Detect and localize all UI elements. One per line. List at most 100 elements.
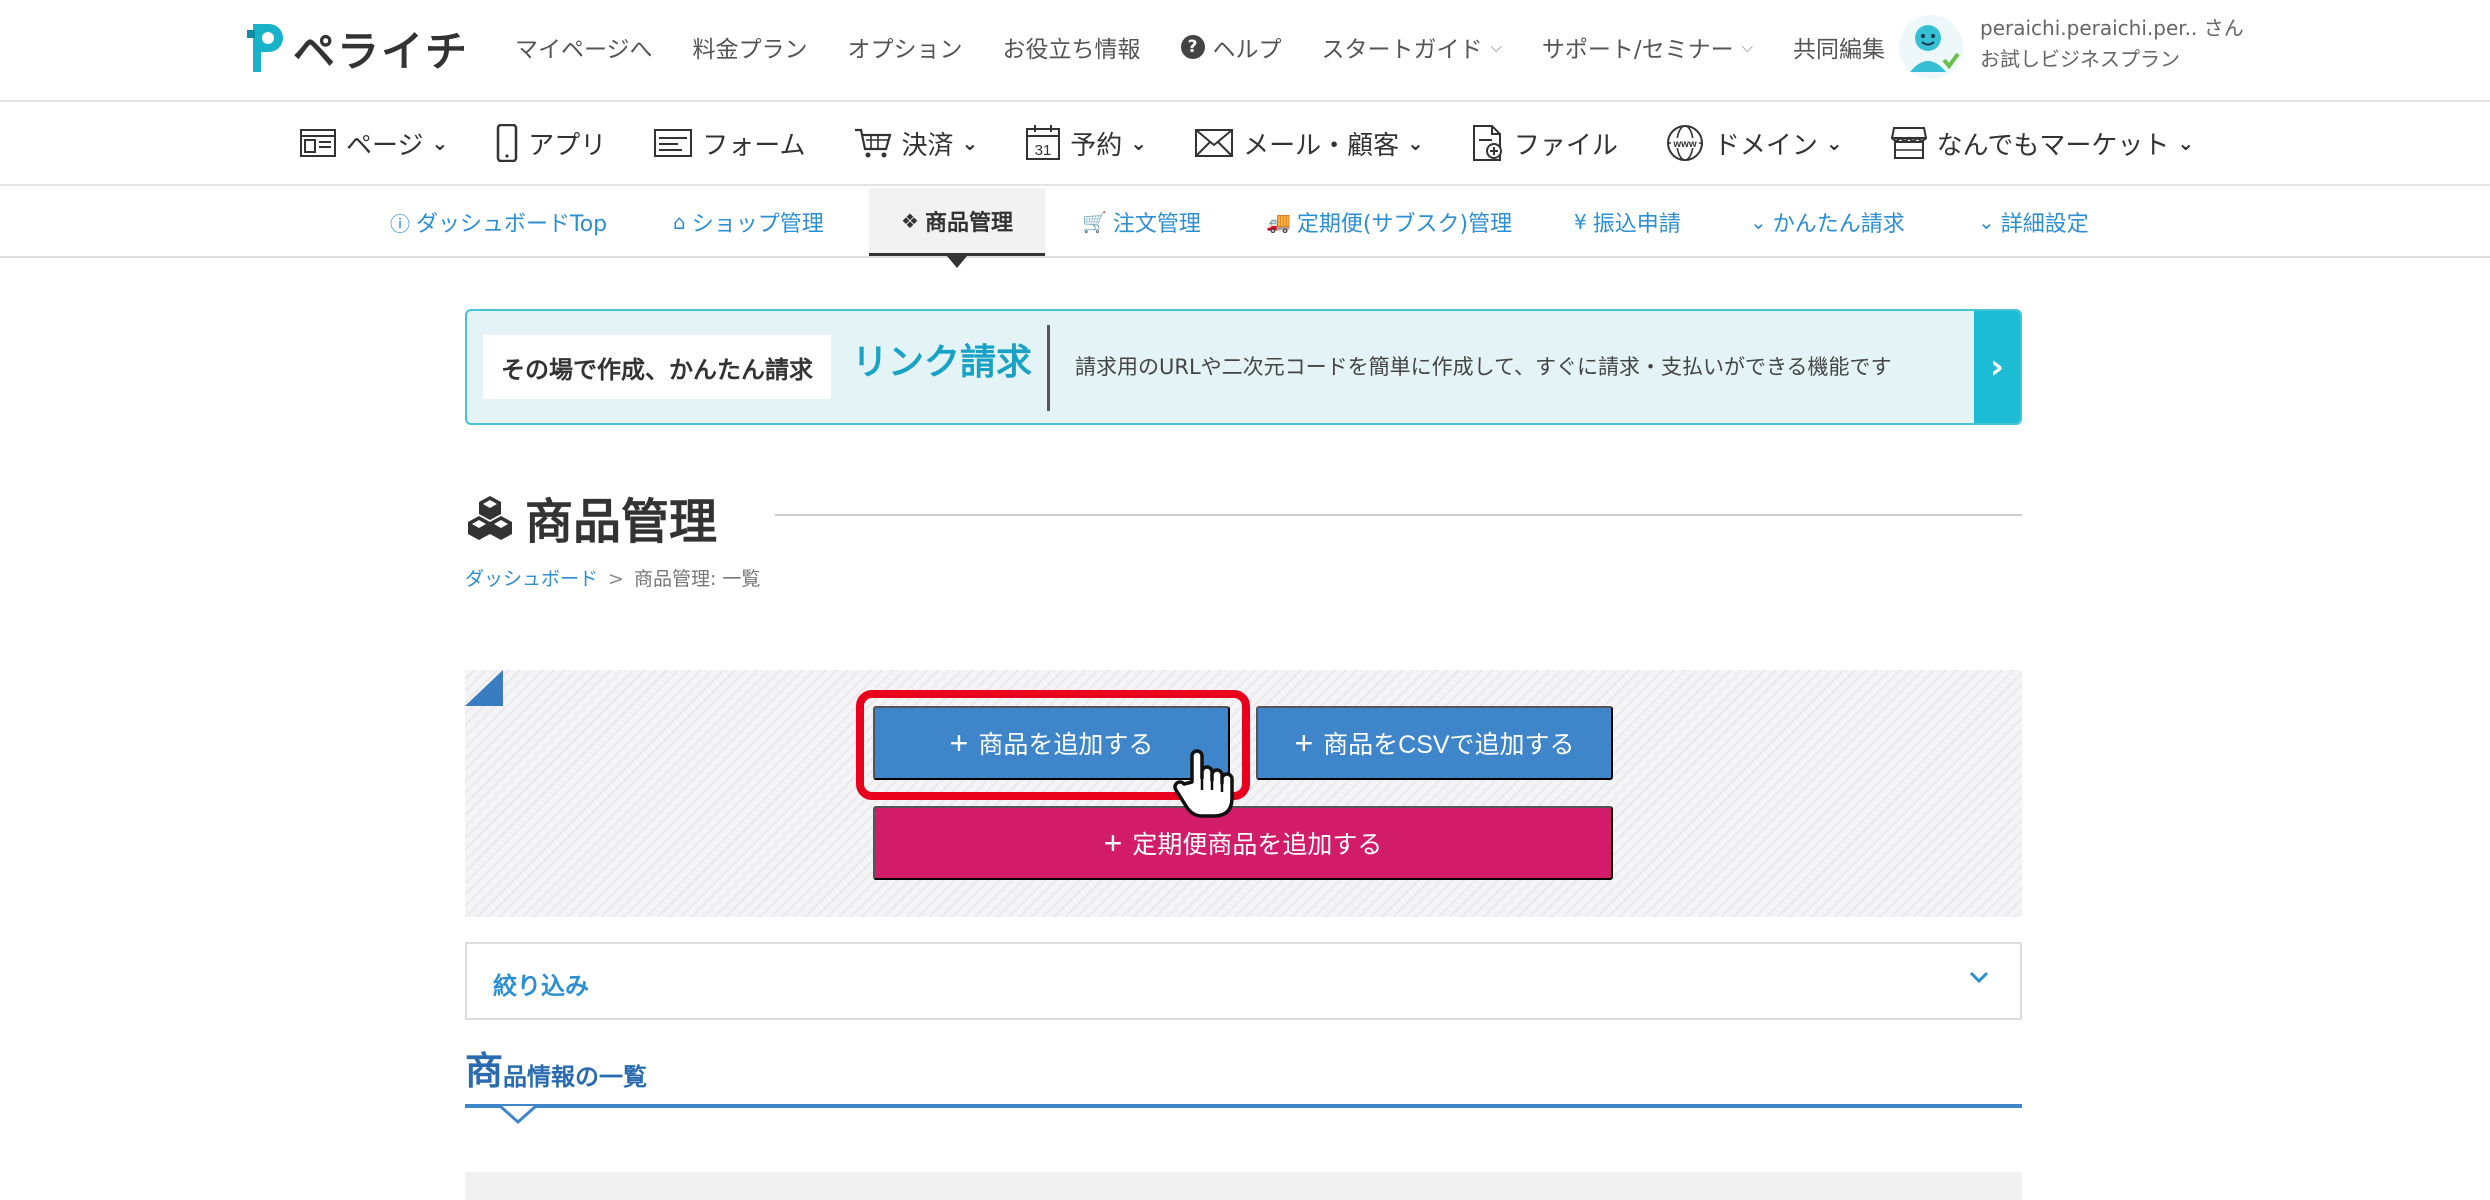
breadcrumb-dashboard[interactable]: ダッシュボード bbox=[465, 568, 598, 590]
list-heading-underline bbox=[465, 1104, 2022, 1108]
nav-co-editing[interactable]: 共同編集 bbox=[1793, 30, 1885, 64]
service-market-label: なんでもマーケット bbox=[1936, 130, 2170, 161]
chevron-down-icon: ⌄ bbox=[431, 131, 449, 155]
banner-title: リンク請求 bbox=[852, 342, 1033, 383]
top-header: ペライチ マイページへ 料金プラン オプション お役立ち情報 ? ヘルプ スタート… bbox=[0, 0, 2490, 102]
mail-icon bbox=[1195, 129, 1234, 157]
cubes-icon: ❖ bbox=[901, 208, 919, 233]
nav-help[interactable]: ? ヘルプ bbox=[1180, 30, 1282, 64]
pointer-hand-icon bbox=[1173, 749, 1234, 818]
banner-divider bbox=[1047, 325, 1050, 411]
service-page[interactable]: ページ ⌄ bbox=[300, 125, 448, 162]
truck-icon: 🚚 bbox=[1266, 210, 1291, 234]
cart-icon bbox=[854, 128, 891, 158]
service-payment[interactable]: 決済 ⌄ bbox=[854, 125, 979, 162]
top-nav: マイページへ 料金プラン オプション お役立ち情報 ? ヘルプ スタートガイド ⌵ … bbox=[515, 30, 1925, 64]
service-form[interactable]: フォーム bbox=[654, 125, 806, 162]
add-product-csv-button[interactable]: + 商品をCSVで追加する bbox=[1256, 706, 1613, 780]
chevron-right-icon[interactable]: › bbox=[1974, 311, 2020, 423]
subnav-dashboard-top[interactable]: ⓘ ダッシュボードTop bbox=[390, 188, 607, 256]
nav-support-seminar[interactable]: サポート/セミナー ⌵ bbox=[1542, 30, 1753, 64]
nav-start-guide[interactable]: スタートガイド ⌵ bbox=[1322, 30, 1502, 64]
service-reservation-label: 予約 bbox=[1070, 130, 1123, 161]
service-payment-label: 決済 bbox=[901, 130, 954, 161]
service-market[interactable]: なんでもマーケット ⌄ bbox=[1890, 125, 2195, 162]
subnav-order-management-label: 注文管理 bbox=[1112, 212, 1201, 237]
banner-description: 請求用のURLや二次元コードを簡単に作成して、すぐに請求・支払いができる機能です bbox=[1075, 355, 1892, 379]
add-subscription-product-button[interactable]: + 定期便商品を追加する bbox=[873, 806, 1613, 880]
subnav-product-management[interactable]: ❖ 商品管理 bbox=[869, 188, 1045, 256]
subnav-detail-settings[interactable]: ⌄ 詳細設定 bbox=[1978, 188, 2089, 256]
logo[interactable]: ペライチ bbox=[245, 18, 469, 78]
chevron-down-icon: ⌵ bbox=[1490, 38, 1502, 56]
user-menu[interactable]: peraichi.peraichi.per.. さん お試しビジネスプラン bbox=[1898, 14, 2244, 80]
filter-label: 絞り込み bbox=[493, 972, 589, 1000]
chevron-down-icon: ⌄ bbox=[961, 131, 979, 155]
page-root: ペライチ マイページへ 料金プラン オプション お役立ち情報 ? ヘルプ スタート… bbox=[0, 0, 2490, 1200]
subnav-subscription-management[interactable]: 🚚 定期便(サブスク)管理 bbox=[1266, 188, 1512, 256]
nav-pricing[interactable]: 料金プラン bbox=[693, 30, 808, 64]
breadcrumb: ダッシュボード > 商品管理: 一覧 bbox=[465, 564, 760, 591]
avatar bbox=[1899, 15, 1963, 79]
service-reservation[interactable]: 31 予約 ⌄ bbox=[1026, 125, 1147, 162]
service-mail-customer[interactable]: メール・顧客 ⌄ bbox=[1195, 125, 1424, 162]
list-toolbar-partial bbox=[465, 1172, 2022, 1200]
chevron-down-icon: ⌄ bbox=[2177, 131, 2195, 155]
file-icon bbox=[1472, 125, 1502, 161]
user-plan: お試しビジネスプラン bbox=[1980, 47, 2180, 71]
nav-useful-info[interactable]: お役立ち情報 bbox=[1003, 30, 1141, 64]
info-icon: ⓘ bbox=[390, 211, 410, 236]
nav-start-guide-label: スタートガイド bbox=[1321, 37, 1483, 63]
service-file[interactable]: ファイル bbox=[1472, 124, 1618, 162]
service-domain-label: ドメイン bbox=[1713, 130, 1818, 161]
subnav-order-management[interactable]: 🛒 注文管理 bbox=[1082, 188, 1201, 256]
yen-icon: ¥ bbox=[1574, 210, 1587, 234]
subnav-shop-management[interactable]: ⌂ ショップ管理 bbox=[673, 188, 824, 256]
plus-icon: + bbox=[1103, 825, 1123, 861]
service-file-label: ファイル bbox=[1513, 130, 1618, 161]
chevron-down-icon: ⌄ bbox=[1130, 131, 1148, 155]
nav-useful-info-label: お役立ち情報 bbox=[1002, 37, 1141, 63]
subnav-product-management-label: 商品管理 bbox=[924, 210, 1013, 236]
store-icon bbox=[1890, 127, 1927, 159]
nav-options-label: オプション bbox=[847, 37, 963, 63]
service-mail-customer-label: メール・顧客 bbox=[1243, 130, 1400, 161]
form-icon bbox=[654, 129, 693, 157]
service-page-label: ページ bbox=[346, 130, 424, 161]
active-tab-pointer bbox=[947, 256, 967, 268]
subnav-transfer-request[interactable]: ¥ 振込申請 bbox=[1574, 188, 1681, 256]
page-heading: 商品管理 bbox=[465, 482, 717, 552]
service-app[interactable]: アプリ bbox=[496, 124, 606, 162]
service-domain[interactable]: www ドメイン ⌄ bbox=[1666, 124, 1843, 162]
subnav-subscription-management-label: 定期便(サブスク)管理 bbox=[1296, 212, 1513, 237]
plus-icon: + bbox=[1294, 725, 1314, 761]
filter-accordion[interactable]: 絞り込み bbox=[465, 942, 2022, 1020]
chevron-down-icon: ⌄ bbox=[1978, 210, 1995, 234]
www-icon: www bbox=[1666, 125, 1703, 161]
peraichi-logo-icon bbox=[247, 24, 283, 72]
breadcrumb-separator: > bbox=[608, 568, 624, 590]
chevron-down-icon: ⌄ bbox=[1750, 210, 1767, 234]
link-billing-banner[interactable]: その場で作成、かんたん請求 リンク請求 請求用のURLや二次元コードを簡単に作成… bbox=[465, 309, 2022, 425]
page-title: 商品管理 bbox=[525, 494, 718, 550]
product-list-heading: 商品情報の一覧 bbox=[465, 1040, 647, 1095]
nav-options[interactable]: オプション bbox=[848, 30, 963, 64]
user-info: peraichi.peraichi.per.. さん お試しビジネスプラン bbox=[1980, 14, 2244, 76]
subnav-easy-billing[interactable]: ⌄ かんたん請求 bbox=[1750, 188, 1905, 256]
heading-notch-decoration bbox=[500, 1106, 536, 1125]
list-heading-first-char: 商 bbox=[465, 1049, 504, 1093]
nav-help-label: ヘルプ bbox=[1212, 37, 1282, 63]
home-icon: ⌂ bbox=[673, 210, 686, 234]
page-icon bbox=[300, 129, 336, 157]
title-divider bbox=[775, 514, 2022, 516]
chevron-down-icon: ⌄ bbox=[1407, 131, 1424, 155]
nav-mypage[interactable]: マイページへ bbox=[515, 30, 653, 64]
smartphone-icon bbox=[497, 124, 518, 162]
subnav-dashboard-top-label: ダッシュボードTop bbox=[416, 212, 608, 237]
service-menu: ページ ⌄ アプリ フォーム 決済 ⌄ 31 予約 ⌄ メール・顧客 ⌄ ファイ… bbox=[300, 124, 2242, 162]
subnav-easy-billing-label: かんたん請求 bbox=[1772, 212, 1905, 237]
user-name: peraichi.peraichi.per.. さん bbox=[1980, 16, 2244, 40]
add-subscription-product-label: 定期便商品を追加する bbox=[1132, 831, 1383, 859]
shop-sub-nav: ⓘ ダッシュボードTop ⌂ ショップ管理 ❖ 商品管理 🛒 注文管理 🚚 定期便(サブス… bbox=[0, 188, 2490, 258]
subnav-shop-management-label: ショップ管理 bbox=[691, 212, 824, 237]
